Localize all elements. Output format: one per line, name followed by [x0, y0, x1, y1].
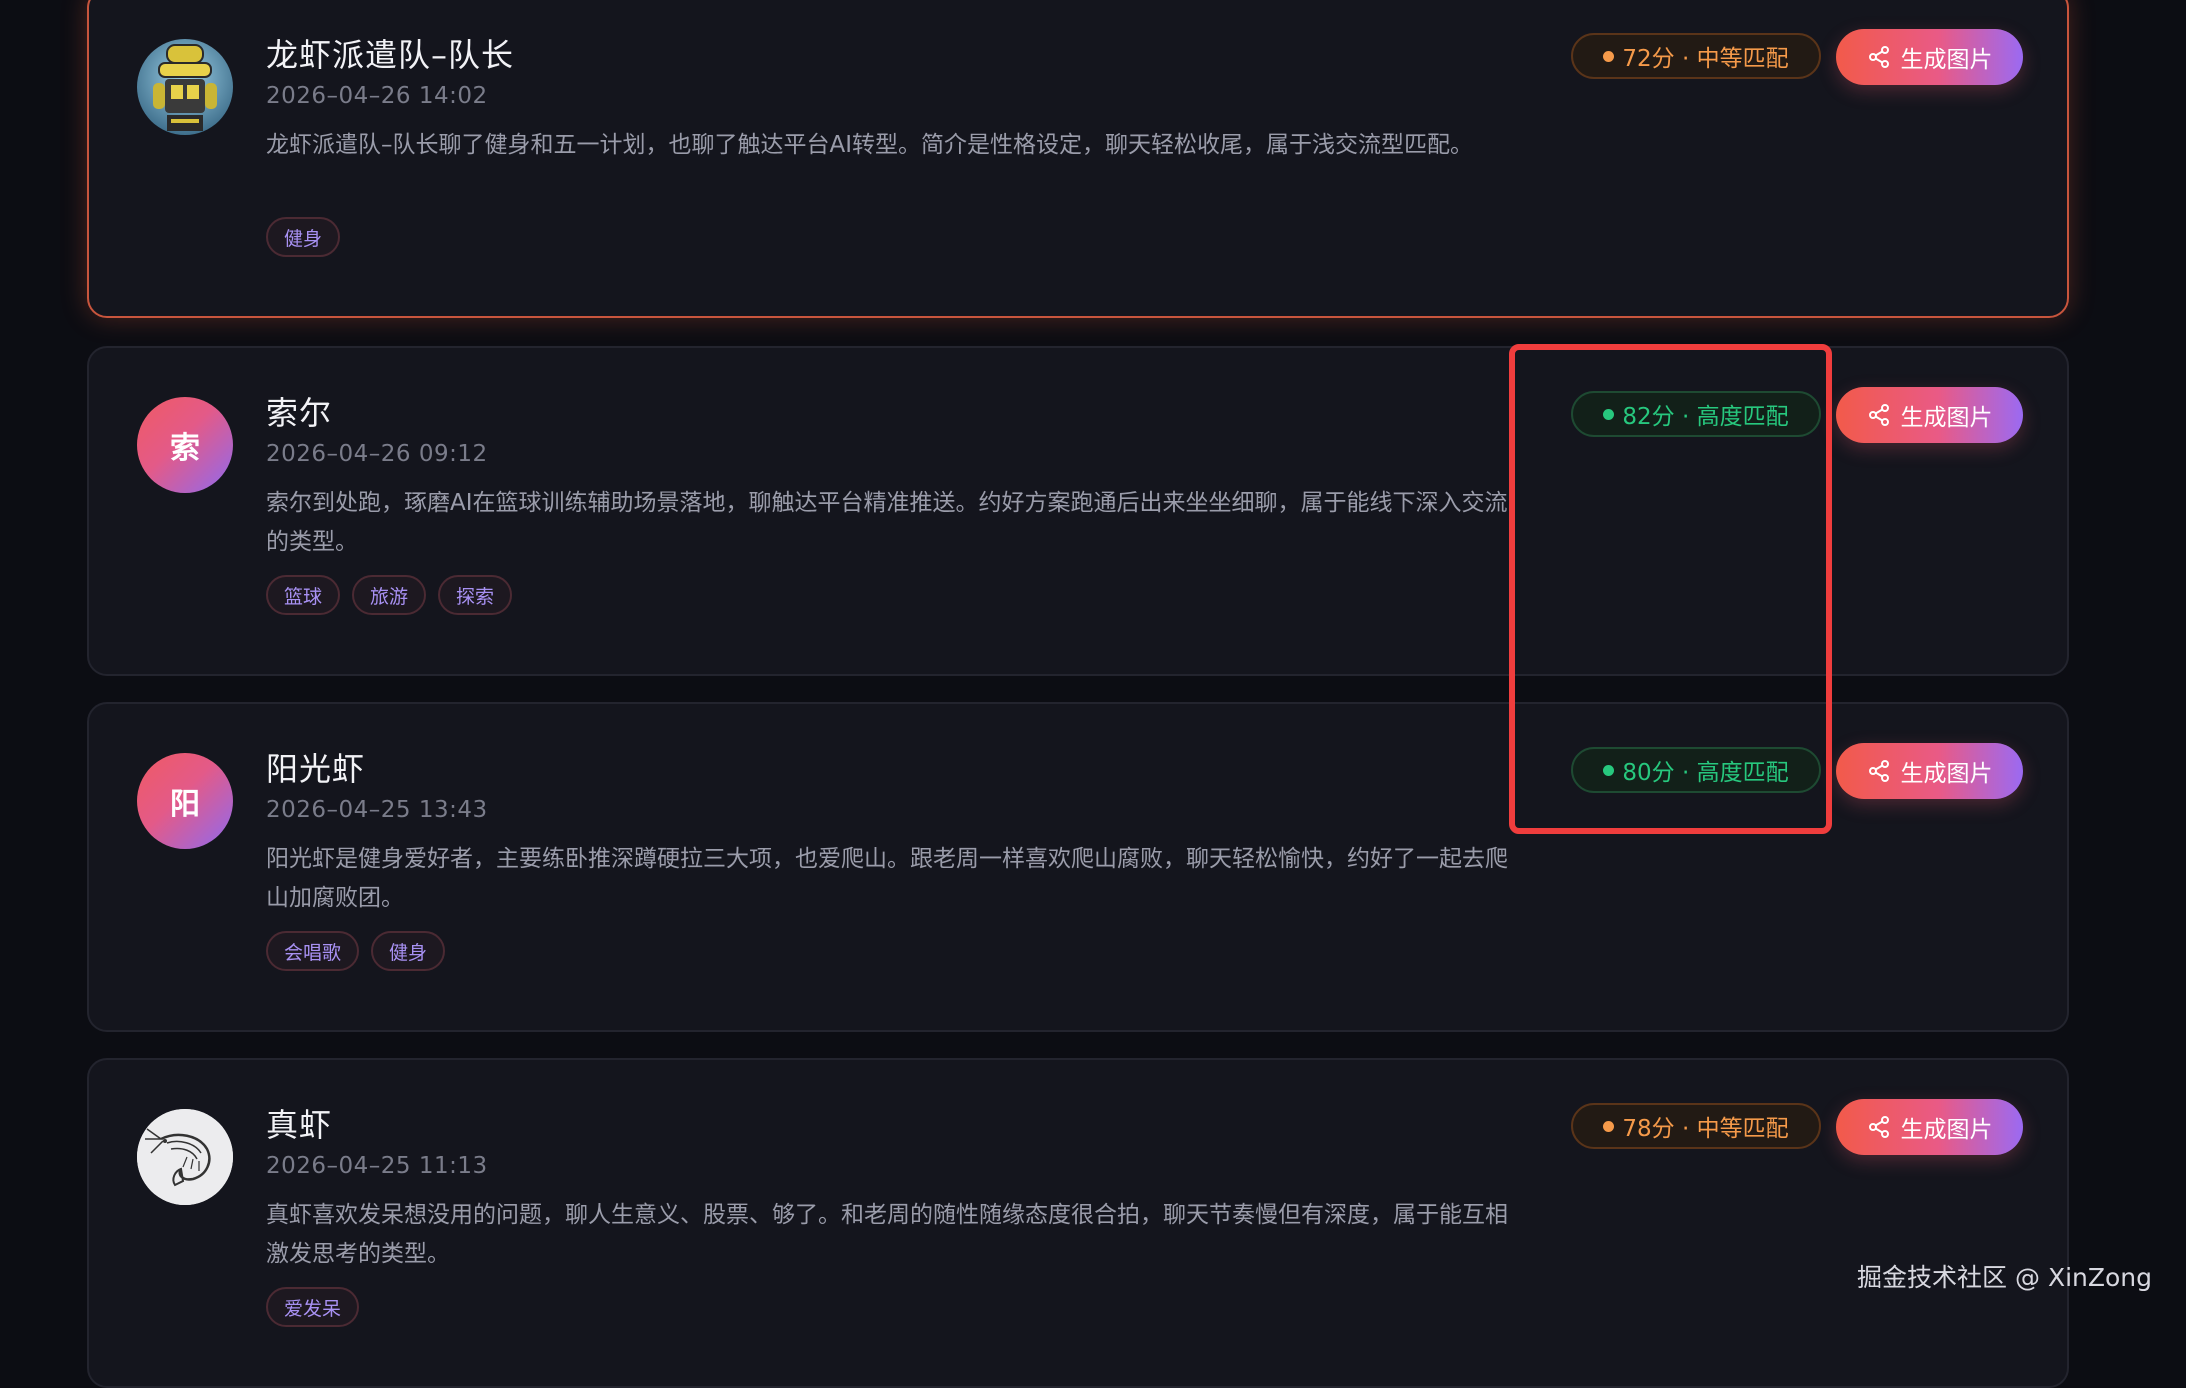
match-score-text: 72分 · 中等匹配	[1622, 46, 1789, 72]
contact-name: 阳光虾	[266, 750, 366, 788]
chat-timestamp: 2026–04–25 11:13	[266, 1153, 488, 1179]
share-icon	[1868, 760, 1889, 782]
generate-image-label: 生成图片	[1900, 761, 1993, 787]
chat-summary: 索尔到处跑，琢磨AI在篮球训练辅助场景落地，聊触达平台精准推送。约好方案跑通后出…	[266, 490, 1508, 555]
match-card[interactable]: 龙虾派遣队–队长 2026–04–26 14:02 龙虾派遣队–队长聊了健身和五…	[87, 0, 2069, 318]
generate-image-label: 生成图片	[1900, 1117, 1993, 1143]
chat-summary: 阳光虾是健身爱好者，主要练卧推深蹲硬拉三大项，也爱爬山。跟老周一样喜欢爬山腐败，…	[266, 846, 1508, 911]
interest-tag: 探索	[438, 575, 513, 615]
tag-list: 会唱歌 健身	[266, 931, 446, 971]
shrimp-avatar-icon	[137, 1109, 233, 1205]
contact-name: 龙虾派遣队–队长	[266, 36, 515, 74]
contact-name: 真虾	[266, 1106, 333, 1144]
highlight-annotation-box	[1509, 344, 1832, 834]
interest-tag: 健身	[266, 217, 341, 257]
match-score-badge: 78分 · 中等匹配	[1571, 1103, 1821, 1149]
match-score-badge: 72分 · 中等匹配	[1571, 33, 1821, 79]
generate-image-button[interactable]: 生成图片	[1836, 387, 2023, 443]
chat-timestamp: 2026–04–26 14:02	[266, 83, 488, 109]
generate-image-label: 生成图片	[1900, 47, 1993, 73]
interest-tag: 健身	[371, 931, 446, 971]
chat-summary: 龙虾派遣队–队长聊了健身和五一计划，也聊了触达平台AI转型。简介是性格设定，聊天…	[266, 132, 1474, 158]
chat-timestamp: 2026–04–26 09:12	[266, 441, 488, 467]
match-card[interactable]: 真虾 2026–04–25 11:13 真虾喜欢发呆想没用的问题，聊人生意义、股…	[87, 1058, 2069, 1388]
share-icon	[1868, 1116, 1889, 1138]
interest-tag: 旅游	[352, 575, 427, 615]
interest-tag: 爱发呆	[266, 1287, 360, 1327]
watermark-text: 掘金技术社区 @ XinZong	[1857, 1263, 2152, 1292]
tag-list: 健身	[266, 217, 341, 257]
generate-image-button[interactable]: 生成图片	[1836, 1099, 2023, 1155]
chat-timestamp: 2026–04–25 13:43	[266, 797, 488, 823]
share-icon	[1868, 46, 1889, 68]
status-dot-icon	[1603, 50, 1615, 62]
robot-avatar-icon	[137, 39, 233, 135]
avatar: 索	[137, 397, 233, 493]
interest-tag: 会唱歌	[266, 931, 360, 971]
generate-image-label: 生成图片	[1900, 405, 1993, 431]
match-score-text: 78分 · 中等匹配	[1622, 1116, 1789, 1142]
interest-tag: 篮球	[266, 575, 341, 615]
status-dot-icon	[1603, 1120, 1615, 1132]
chat-summary: 真虾喜欢发呆想没用的问题，聊人生意义、股票、够了。和老周的随性随缘态度很合拍，聊…	[266, 1202, 1508, 1267]
tag-list: 篮球 旅游 探索	[266, 575, 513, 615]
tag-list: 爱发呆	[266, 1287, 360, 1327]
share-icon	[1868, 404, 1889, 426]
contact-name: 索尔	[266, 394, 333, 432]
generate-image-button[interactable]: 生成图片	[1836, 29, 2023, 85]
generate-image-button[interactable]: 生成图片	[1836, 743, 2023, 799]
avatar: 阳	[137, 753, 233, 849]
